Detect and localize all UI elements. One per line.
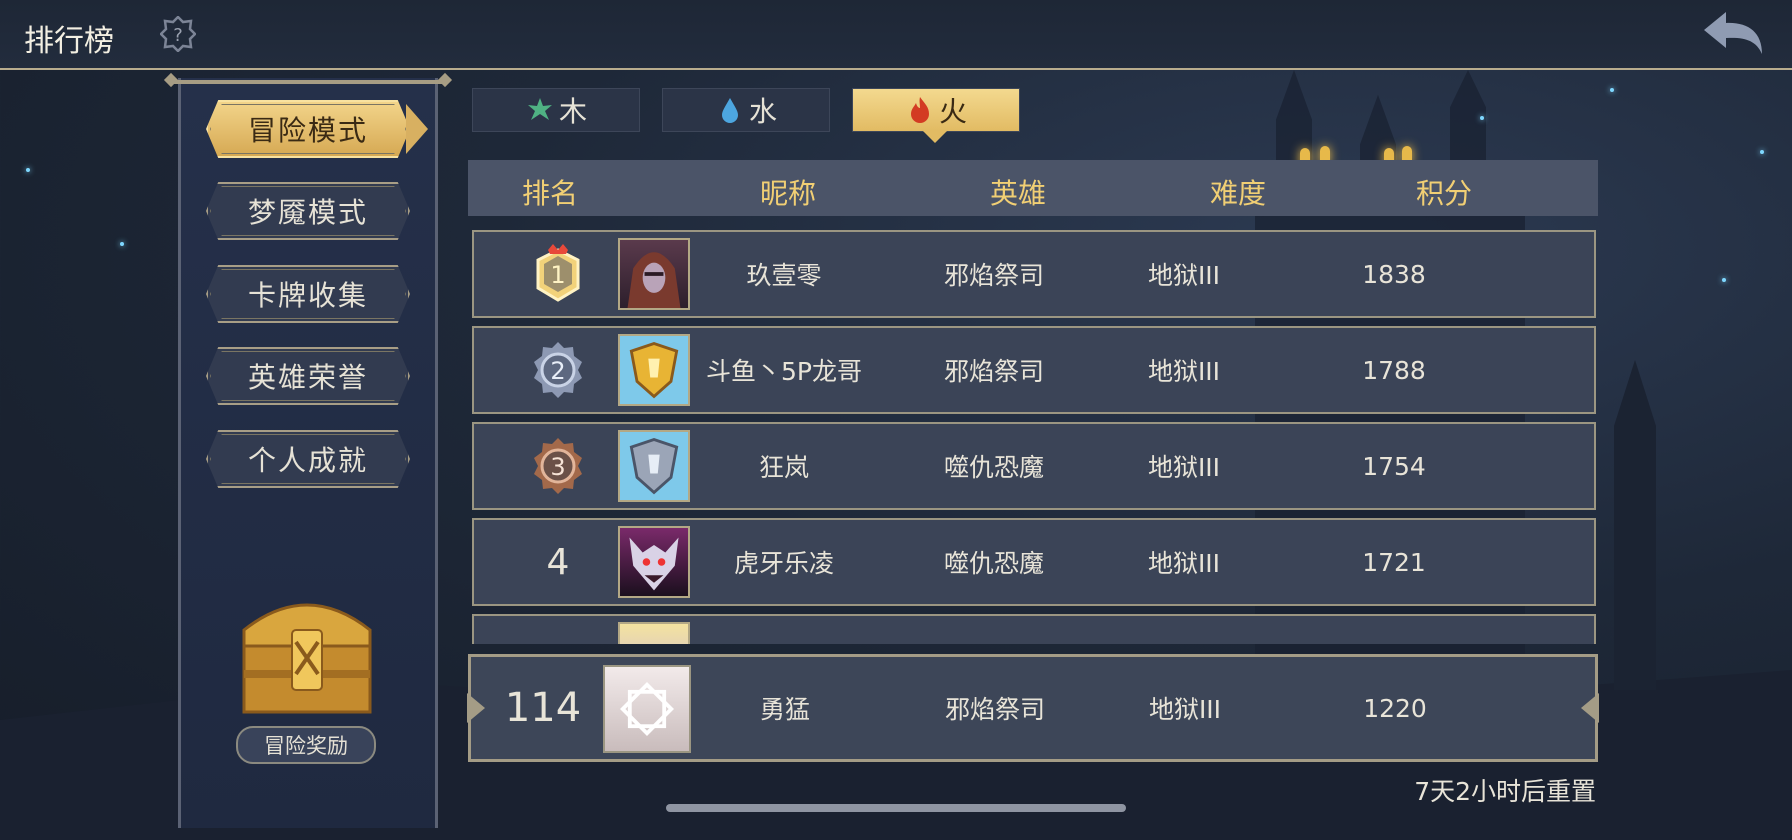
player-nickname: 玖壹零 <box>746 261 822 290</box>
sidebar-item-achievements[interactable]: 个人成就 <box>206 430 410 488</box>
hero-avatar <box>618 334 690 406</box>
leaf-icon <box>527 98 552 120</box>
star <box>26 168 30 172</box>
star <box>120 242 124 246</box>
my-nickname: 勇猛 <box>759 695 810 724</box>
my-score: 1220 <box>1363 693 1427 723</box>
rank-number: 4 <box>546 541 570 583</box>
hooded-priest-icon <box>627 252 681 308</box>
hero-avatar <box>618 622 690 644</box>
star <box>1760 150 1764 154</box>
tab-label: 水 <box>748 95 777 128</box>
my-rank-number: 114 <box>504 685 582 731</box>
difficulty: 地狱III <box>1147 261 1221 290</box>
adventure-reward-button[interactable]: 冒险奖励 <box>236 726 376 764</box>
header-hero: 英雄 <box>989 177 1046 210</box>
gold-crest-icon <box>629 342 679 399</box>
treasure-chest-icon[interactable] <box>232 590 382 720</box>
score: 1788 <box>1362 355 1426 385</box>
my-difficulty: 地狱III <box>1148 695 1222 724</box>
hero-name: 噬仇恐魔 <box>943 453 1044 482</box>
hero-avatar <box>618 238 690 310</box>
silver-crest-icon <box>629 438 679 495</box>
player-nickname: 斗鱼丶5P龙哥 <box>706 357 862 386</box>
tab-active-notch <box>923 131 947 143</box>
score: 1754 <box>1362 451 1426 481</box>
my-avatar <box>603 665 691 753</box>
rank-number: 2 <box>550 357 565 385</box>
top-bar: 排行榜 ? <box>0 0 1792 70</box>
star <box>1722 278 1726 282</box>
tab-fire[interactable]: 火 <box>852 88 1020 143</box>
ranking-list[interactable]: 1 玖壹零 邪焰祭司 地狱III 1838 2 斗鱼丶5P龙哥 邪焰祭司 地狱I… <box>468 226 1598 644</box>
page-title: 排行榜 <box>24 24 114 59</box>
difficulty: 地狱III <box>1147 453 1221 482</box>
my-rank-row[interactable]: 114 勇猛 邪焰祭司 地狱III 1220 <box>468 654 1598 762</box>
difficulty: 地狱III <box>1147 357 1221 386</box>
hero-avatar <box>618 430 690 502</box>
rank-number: 3 <box>550 453 565 481</box>
hero-name: 邪焰祭司 <box>943 357 1044 386</box>
sidebar-item-hero-honor[interactable]: 英雄荣誉 <box>206 347 410 405</box>
back-arrow-icon[interactable] <box>1700 10 1766 56</box>
header-nickname: 昵称 <box>759 177 816 210</box>
sidebar-item-label: 卡牌收集 <box>247 279 368 312</box>
sidebar-item-label: 英雄荣誉 <box>247 361 368 394</box>
score: 1838 <box>1362 259 1426 289</box>
table-row[interactable]: 3 狂岚 噬仇恐魔 地狱III 1754 <box>472 422 1596 510</box>
tab-wood[interactable]: 木 <box>472 88 640 132</box>
home-indicator[interactable] <box>666 804 1126 812</box>
sidebar-item-card-collection[interactable]: 卡牌收集 <box>206 265 410 323</box>
svg-text:?: ? <box>173 25 183 46</box>
hero-name: 噬仇恐魔 <box>943 549 1044 578</box>
header-rank: 排名 <box>521 177 578 210</box>
star <box>1480 116 1484 120</box>
bronze-medal-icon: 3 <box>534 438 582 494</box>
header-score: 积分 <box>1415 177 1472 210</box>
default-avatar-emblem-icon <box>620 682 674 736</box>
sidebar-item-adventure[interactable]: 冒险模式 <box>206 100 428 158</box>
header-difficulty: 难度 <box>1209 177 1266 210</box>
table-row[interactable]: 4 虎牙乐凌 噬仇恐魔 地狱III 1721 <box>472 518 1596 606</box>
tab-label: 火 <box>938 95 967 128</box>
difficulty: 地狱III <box>1147 549 1221 578</box>
banner-rail <box>170 80 446 84</box>
table-row[interactable]: 1 玖壹零 邪焰祭司 地狱III 1838 <box>472 230 1596 318</box>
sidebar-item-label: 梦魇模式 <box>247 196 368 229</box>
tower-silhouette <box>1614 360 1656 690</box>
reset-timer: 7天2小时后重置 <box>1414 777 1596 806</box>
sidebar-item-label: 冒险模式 <box>247 114 368 147</box>
hero-avatar <box>618 526 690 598</box>
tab-label: 木 <box>558 95 587 128</box>
my-hero: 邪焰祭司 <box>944 695 1045 724</box>
table-row[interactable]: 2 斗鱼丶5P龙哥 邪焰祭司 地狱III 1788 <box>472 326 1596 414</box>
question-gear-icon[interactable]: ? <box>160 16 196 52</box>
table-header: 排名 昵称 英雄 难度 积分 <box>468 160 1598 216</box>
rank-number: 1 <box>550 261 565 289</box>
silver-medal-icon: 2 <box>534 342 582 398</box>
gold-crown-medal-icon: 1 <box>536 244 580 302</box>
star <box>1610 88 1614 92</box>
demon-portrait-icon <box>629 537 679 591</box>
fire-icon <box>910 97 929 123</box>
water-drop-icon <box>721 98 738 123</box>
table-row[interactable] <box>472 614 1596 644</box>
tab-water[interactable]: 水 <box>662 88 830 132</box>
hero-name: 邪焰祭司 <box>943 261 1044 290</box>
sidebar-item-nightmare[interactable]: 梦魇模式 <box>206 182 410 240</box>
player-nickname: 狂岚 <box>758 453 809 482</box>
sidebar-item-label: 个人成就 <box>247 444 368 477</box>
player-nickname: 虎牙乐凌 <box>733 549 834 578</box>
score: 1721 <box>1362 547 1426 577</box>
